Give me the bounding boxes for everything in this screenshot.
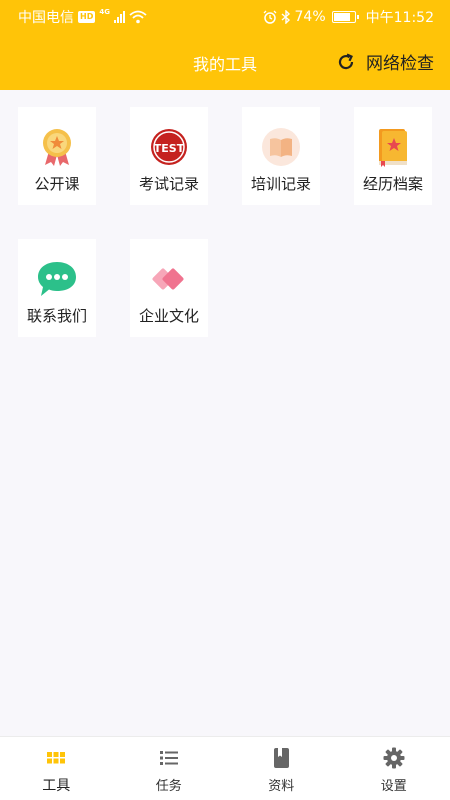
title-bar: 我的工具 网络检查 (0, 36, 450, 86)
tool-label: 公开课 (34, 175, 80, 193)
nav-settings[interactable]: 设置 (338, 737, 450, 800)
tool-training-records[interactable]: 培训记录 (242, 107, 320, 205)
book-open-icon (262, 128, 300, 166)
carrier-label: 中国电信 (18, 10, 74, 26)
bottom-nav: 工具 任务 资料 设置 (0, 736, 450, 800)
book-icon (274, 748, 290, 768)
battery-icon (331, 11, 359, 23)
tool-exam-records[interactable]: TEST 考试记录 (130, 107, 208, 205)
network-check-button[interactable]: 网络检查 (336, 49, 434, 74)
battery-percent: 74% (294, 9, 326, 25)
bluetooth-icon (281, 10, 290, 24)
tool-label: 企业文化 (138, 307, 199, 325)
tool-label: 经历档案 (362, 175, 423, 193)
test-icon: TEST (151, 129, 187, 165)
nav-tasks[interactable]: 任务 (113, 737, 226, 800)
list-icon (159, 751, 178, 765)
nav-label: 任务 (155, 779, 182, 794)
alarm-icon (263, 10, 276, 24)
hd-badge: HD (78, 11, 96, 23)
chat-icon (38, 262, 76, 296)
svg-text:TEST: TEST (154, 142, 185, 155)
nav-materials[interactable]: 资料 (225, 737, 338, 800)
nav-tools[interactable]: 工具 (0, 737, 113, 800)
wifi-icon (129, 10, 147, 24)
tool-open-class[interactable]: 公开课 (18, 107, 96, 205)
tool-contact-us[interactable]: 联系我们 (18, 239, 96, 337)
refresh-icon (338, 52, 354, 69)
signal-icon (113, 11, 125, 23)
nav-label: 工具 (42, 778, 71, 794)
nav-label: 设置 (380, 779, 407, 794)
header: 中国电信 HD 4G 74% 中午11:52 我的工具 网络检查 (0, 0, 450, 90)
network-check-label: 网络检查 (366, 54, 434, 74)
tool-experience-archive[interactable]: 经历档案 (354, 107, 432, 205)
grid-icon (47, 752, 66, 764)
medal-icon (43, 129, 71, 166)
network-type: 4G (99, 8, 110, 16)
status-bar: 中国电信 HD 4G 74% 中午11:52 (0, 0, 450, 32)
nav-label: 资料 (268, 779, 295, 794)
tool-corporate-culture[interactable]: 企业文化 (130, 239, 208, 337)
heart-icon (152, 268, 184, 290)
tool-label: 联系我们 (26, 307, 87, 325)
tool-label: 考试记录 (138, 175, 199, 193)
clock: 中午11:52 (365, 10, 434, 26)
gear-icon (383, 747, 405, 769)
book-star-icon (379, 129, 407, 167)
tool-label: 培训记录 (250, 175, 311, 193)
